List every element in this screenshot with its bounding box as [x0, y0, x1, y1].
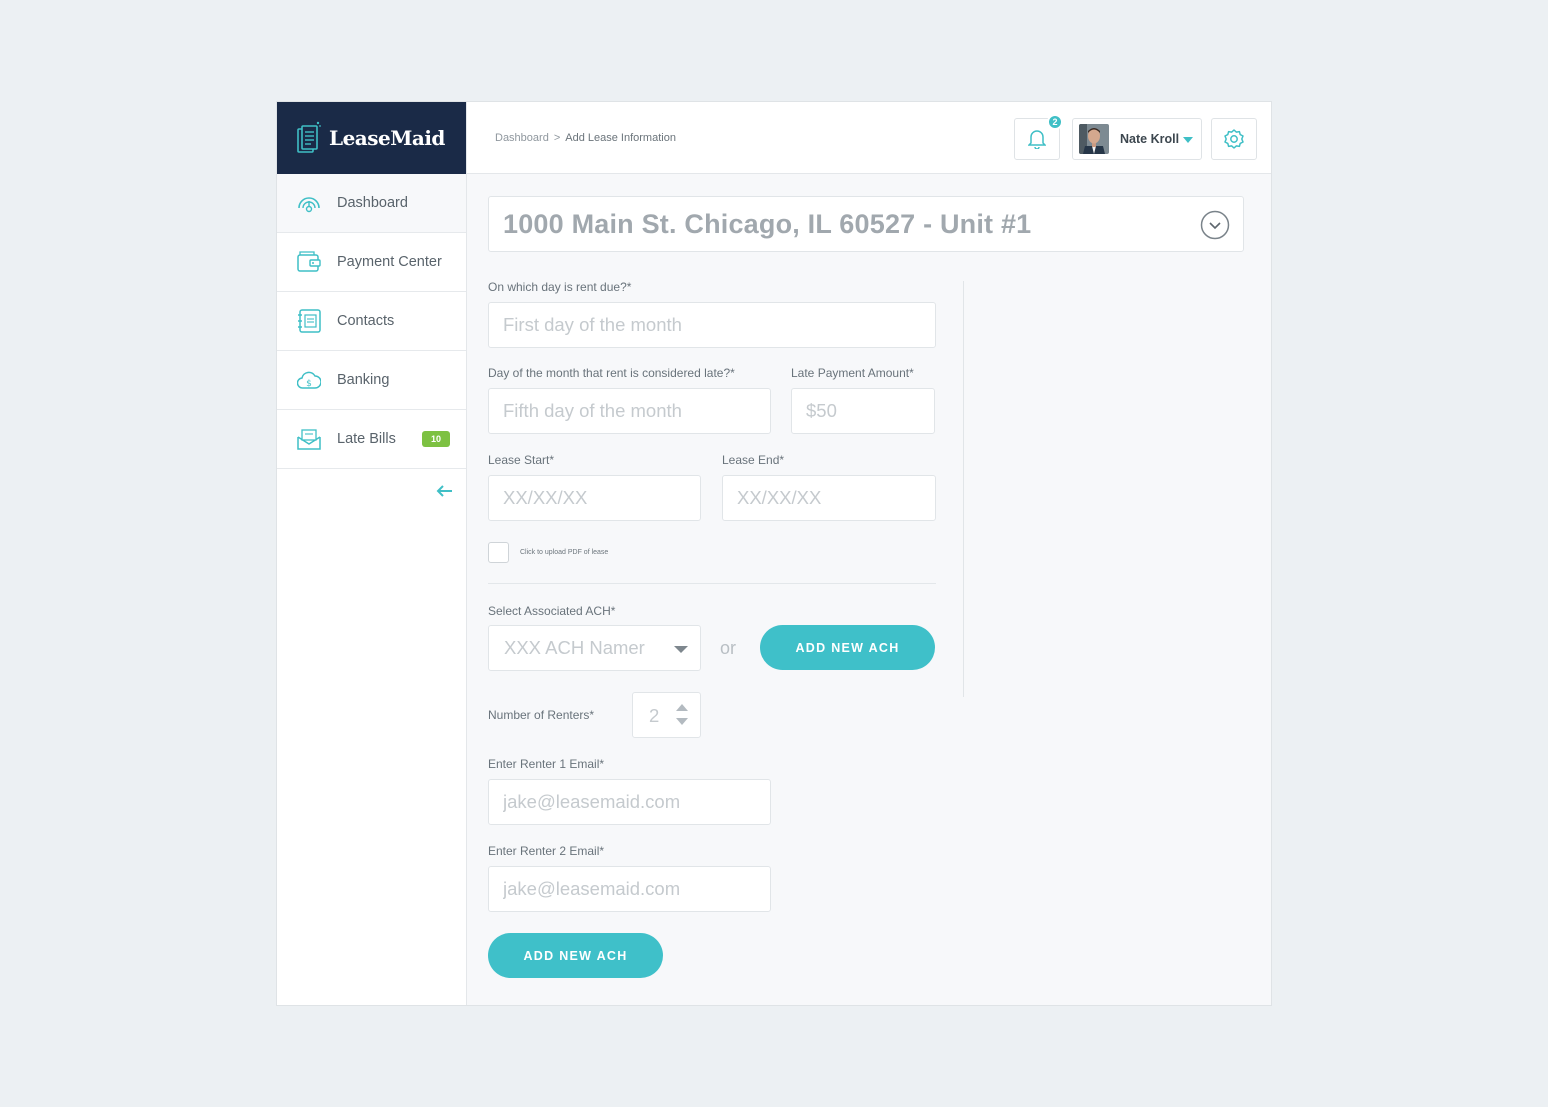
contacts-book-icon [297, 309, 321, 333]
caret-down-icon [674, 646, 688, 653]
brand-name: LeaseMaid [329, 126, 445, 150]
sidebar-item-dashboard[interactable]: Dashboard [277, 174, 466, 233]
renter2-email-field[interactable] [488, 866, 771, 912]
sidebar-item-contacts[interactable]: Contacts [277, 292, 466, 351]
renter2-email-label: Enter Renter 2 Email* [488, 844, 605, 858]
lease-end-field[interactable] [722, 475, 936, 521]
ach-label: Select Associated ACH* [488, 604, 616, 618]
late-day-label: Day of the month that rent is considered… [488, 366, 735, 380]
upload-pdf-checkbox[interactable] [488, 542, 509, 563]
add-new-ach-button[interactable]: ADD NEW ACH [760, 625, 935, 670]
renters-value: 2 [649, 705, 660, 726]
sidebar-item-label: Banking [337, 372, 390, 388]
svg-text:$: $ [306, 379, 312, 389]
upload-pdf-label[interactable]: Click to upload PDF of lease [520, 549, 608, 556]
chevron-down-icon[interactable] [1200, 210, 1230, 240]
user-menu-button[interactable]: Nate Kroll [1072, 118, 1202, 160]
lease-start-label: Lease Start* [488, 453, 555, 467]
late-amount-field[interactable] [791, 388, 935, 434]
lease-end-label: Lease End* [722, 453, 785, 467]
sidebar-item-label: Dashboard [337, 195, 408, 211]
logo-icon [297, 121, 321, 153]
sidebar-item-label: Contacts [337, 313, 395, 329]
sidebar-item-payment-center[interactable]: Payment Center [277, 233, 466, 292]
section-divider [488, 583, 936, 584]
notifications-button[interactable]: 2 [1014, 114, 1063, 160]
brand-header[interactable]: LeaseMaid [277, 102, 466, 174]
column-divider [963, 281, 964, 697]
ach-selected-value: XXX ACH Namer [504, 637, 645, 658]
avatar [1079, 124, 1109, 154]
breadcrumb-current: Add Lease Information [565, 132, 676, 144]
renter1-email-field[interactable] [488, 779, 771, 825]
lease-form: 1000 Main St. Chicago, IL 60527 - Unit #… [467, 174, 1271, 1005]
chevron-down-icon [1183, 137, 1193, 143]
sidebar-item-label: Late Bills [337, 431, 396, 447]
rent-due-field[interactable] [488, 302, 936, 348]
submit-add-new-ach-button[interactable]: ADD NEW ACH [488, 933, 663, 978]
renters-stepper[interactable]: 2 [632, 692, 701, 738]
envelope-icon [297, 427, 321, 451]
sidebar-item-label: Payment Center [337, 254, 442, 270]
breadcrumb: Dashboard > Add Lease Information [495, 132, 676, 144]
renter1-email-label: Enter Renter 1 Email* [488, 757, 605, 771]
dashboard-icon [297, 191, 321, 215]
sidebar-item-late-bills[interactable]: Late Bills 10 [277, 410, 466, 469]
property-title: 1000 Main St. Chicago, IL 60527 - Unit #… [503, 208, 1032, 239]
top-bar: Dashboard > Add Lease Information 2 Nate K… [467, 102, 1271, 174]
late-amount-label: Late Payment Amount* [791, 366, 914, 380]
decrement-icon[interactable] [676, 718, 688, 725]
late-day-field[interactable] [488, 388, 771, 434]
arrow-left-icon[interactable] [436, 484, 452, 498]
money-cloud-icon: $ [297, 368, 321, 392]
or-separator: or [720, 638, 737, 658]
breadcrumb-root-link[interactable]: Dashboard [495, 132, 549, 144]
rent-due-label: On which day is rent due?* [488, 280, 632, 294]
lease-start-field[interactable] [488, 475, 701, 521]
late-bills-count-badge: 10 [421, 431, 450, 447]
settings-button[interactable] [1211, 118, 1257, 160]
app-window: LeaseMaid Dashboard Payment Center Conta… [276, 101, 1272, 1006]
increment-icon[interactable] [676, 704, 688, 711]
breadcrumb-separator: > [553, 132, 561, 144]
sidebar-item-banking[interactable]: $ Banking [277, 351, 466, 410]
wallet-icon [297, 250, 321, 274]
gear-icon [1224, 129, 1244, 149]
bell-icon [1028, 130, 1046, 149]
property-select[interactable]: 1000 Main St. Chicago, IL 60527 - Unit #… [488, 196, 1244, 252]
notification-count-badge: 2 [1047, 114, 1063, 130]
renters-label: Number of Renters* [488, 708, 595, 722]
user-name: Nate Kroll [1120, 132, 1180, 146]
sidebar: LeaseMaid Dashboard Payment Center Conta… [277, 102, 467, 1005]
ach-select[interactable]: XXX ACH Namer [488, 625, 701, 671]
